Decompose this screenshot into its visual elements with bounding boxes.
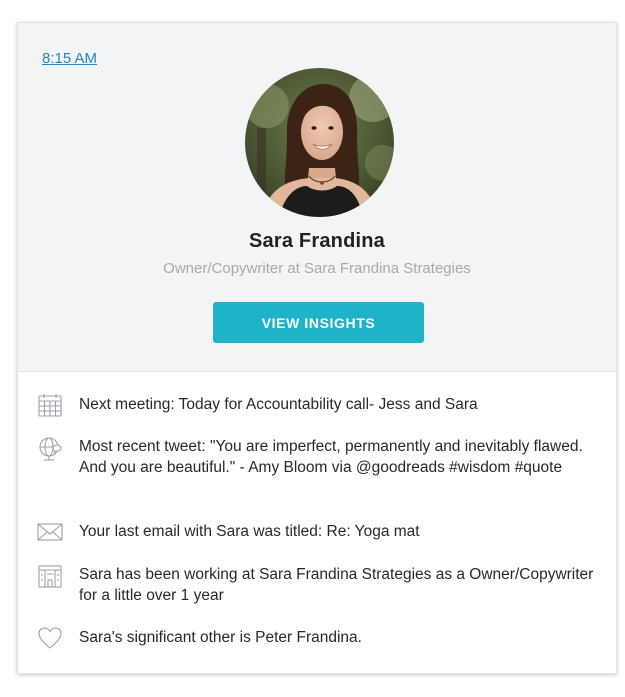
globe-chat-icon (37, 435, 63, 461)
avatar-photo (245, 68, 394, 217)
view-insights-button[interactable]: VIEW INSIGHTS (213, 302, 424, 343)
fact-text: Your last email with Sara was titled: Re… (79, 523, 420, 540)
profile-header: 8:15 AM Sara Frandina Owner/Copywriter a… (18, 23, 616, 372)
avatar (245, 68, 394, 217)
contact-title: Owner/Copywriter at Sara Frandina Strate… (163, 260, 471, 277)
heart-icon (37, 625, 63, 651)
contact-card: 8:15 AM Sara Frandina Owner/Copywriter a… (17, 22, 617, 674)
contact-name: Sara Frandina (249, 230, 385, 252)
fact-text: Sara's significant other is Peter Frandi… (79, 629, 362, 646)
building-icon (37, 563, 63, 589)
calendar-icon (37, 392, 63, 418)
envelope-icon (37, 519, 63, 545)
fact-text: Most recent tweet: "You are imperfect, p… (79, 438, 583, 476)
time-link[interactable]: 8:15 AM (42, 50, 97, 67)
fact-text: Sara has been working at Sara Frandina S… (79, 566, 594, 604)
fact-text: Next meeting: Today for Accountability c… (79, 396, 478, 413)
